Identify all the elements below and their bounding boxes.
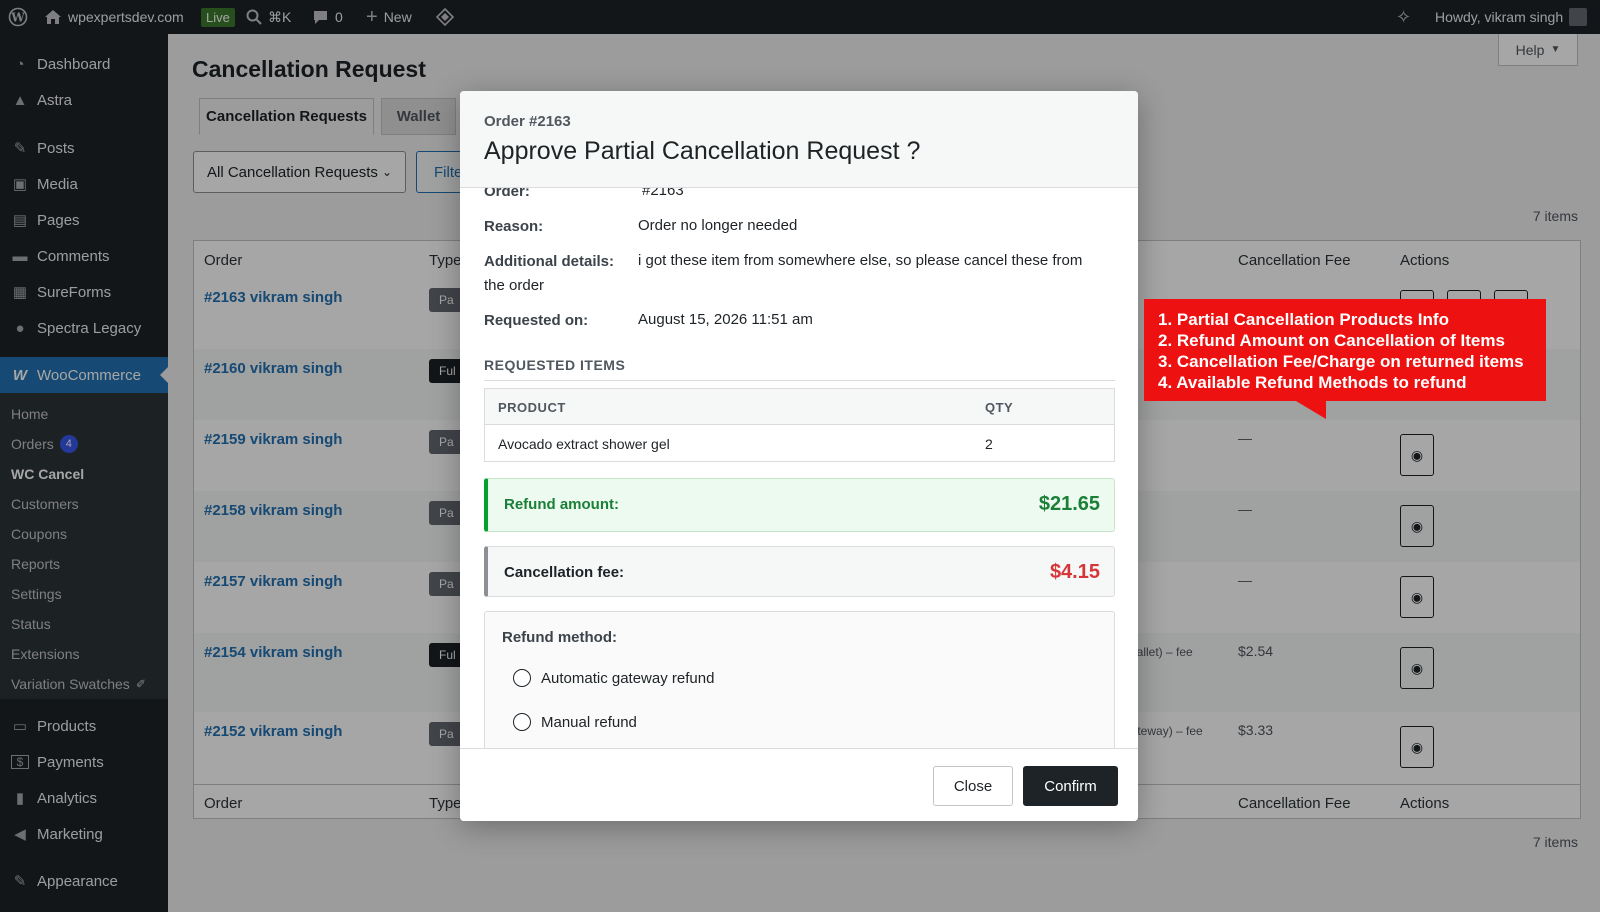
callout-pointer [1296,401,1326,419]
product-column-header: PRODUCT [498,400,566,415]
order-value: #2163 [642,188,684,199]
radio-button[interactable] [513,669,531,687]
refund-amount-value: $21.65 [1038,493,1100,515]
section-divider [484,380,1115,381]
details-value: i got these item from somewhere else, so… [638,252,1083,269]
confirm-button[interactable]: Confirm [1023,766,1118,806]
refund-method-label: Refund method: [502,629,617,646]
requested-items-table: PRODUCT QTY Avocado extract shower gel 2 [484,388,1115,462]
cancellation-fee-value: $4.15 [1049,561,1100,583]
refund-amount-label: Refund amount: [504,496,619,513]
modal-body[interactable]: Order: #2163 Reason: Order no longer nee… [460,188,1138,748]
approve-cancellation-modal: Order #2163 Approve Partial Cancellation… [460,91,1138,821]
callout-line: 2. Refund Amount on Cancellation of Item… [1158,331,1505,350]
details-label: Additional details: [484,253,615,270]
modal-title: Approve Partial Cancellation Request ? [484,137,921,165]
refund-method-box: Refund method: Automatic gateway refund … [484,611,1115,748]
reason-value: Order no longer needed [638,217,798,234]
callout-line: 1. Partial Cancellation Products Info [1158,310,1449,329]
radio-manual-refund[interactable]: Manual refund [513,713,637,731]
cancellation-fee-box: Cancellation fee: $4.15 [484,546,1115,597]
requested-on-value: August 15, 2026 11:51 am [638,311,813,328]
radio-automatic-gateway-refund[interactable]: Automatic gateway refund [513,669,714,687]
refund-amount-box: Refund amount: $21.65 [484,478,1115,532]
items-table-header: PRODUCT QTY [485,389,1114,425]
item-qty: 2 [985,436,993,452]
radio-button[interactable] [513,713,531,731]
requested-on-label: Requested on: [484,312,589,329]
item-product-name: Avocado extract shower gel [498,436,670,452]
modal-order-number: Order #2163 [484,113,571,130]
modal-header: Order #2163 Approve Partial Cancellation… [460,91,1138,188]
qty-column-header: QTY [985,400,1014,415]
modal-footer: Close Confirm [460,748,1138,821]
callout-line: 4. Available Refund Methods to refund [1158,373,1467,392]
callout-line: 3. Cancellation Fee/Charge on returned i… [1158,352,1524,371]
reason-label: Reason: [484,218,544,235]
annotation-callout: 1. Partial Cancellation Products Info 2.… [1144,299,1546,401]
cancellation-fee-label: Cancellation fee: [504,564,625,581]
requested-items-title: REQUESTED ITEMS [484,357,626,373]
close-button[interactable]: Close [933,766,1013,806]
order-label: Order: [484,188,530,200]
details-value-continued: the order [484,277,545,294]
